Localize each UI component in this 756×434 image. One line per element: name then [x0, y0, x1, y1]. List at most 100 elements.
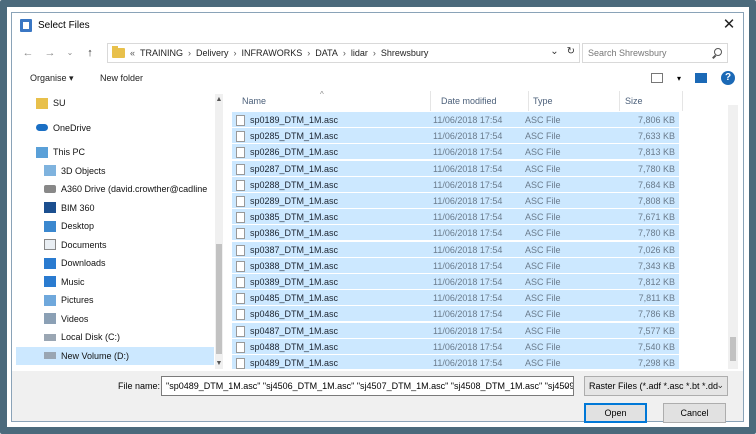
user-folder-icon	[36, 97, 48, 109]
breadcrumb-data[interactable]: DATA	[315, 48, 338, 58]
sort-ascending-icon: ^	[320, 91, 324, 99]
organise-button[interactable]: Organise ▾	[30, 73, 74, 84]
file-list-scroll-thumb[interactable]	[730, 337, 736, 361]
preview-pane-icon[interactable]	[695, 73, 707, 83]
scroll-down-icon[interactable]: ▼	[215, 360, 223, 367]
file-row[interactable]: sp0486_DTM_1M.asc 11/06/2018 17:54 ASC Fil…	[232, 305, 679, 322]
file-size-cell: 7,298 KB	[637, 358, 675, 368]
local-disk-icon	[44, 333, 56, 341]
file-type-cell: ASC File	[525, 163, 561, 174]
sidebar-item-this-pc[interactable]: This PC	[16, 143, 214, 162]
search-icon[interactable]	[714, 48, 722, 56]
onedrive-cloud-icon	[36, 124, 48, 132]
navigation-scroll-thumb[interactable]	[216, 244, 222, 354]
breadcrumb-delivery[interactable]: Delivery	[196, 48, 229, 58]
file-name-dropdown-icon[interactable]: ⌄	[562, 380, 570, 391]
file-row[interactable]: sp0289_DTM_1M.asc 11/06/2018 17:54 ASC Fil…	[232, 192, 679, 208]
select-files-dialog: Select Files ✕ ← → ⌄ ↑ « TRAINING › Deli…	[11, 12, 744, 423]
column-header-size[interactable]: Size	[625, 96, 643, 106]
file-row[interactable]: sp0286_DTM_1M.asc 11/06/2018 17:54 ASC Fil…	[232, 143, 679, 160]
sidebar-item-bim-360[interactable]: BIM 360	[16, 199, 214, 218]
file-row[interactable]: sp0388_DTM_1M.asc 11/06/2018 17:54 ASC Fil…	[232, 256, 679, 273]
column-divider[interactable]	[430, 91, 431, 111]
breadcrumb-separator: ›	[307, 48, 311, 58]
file-size-cell: 7,812 KB	[637, 277, 675, 287]
overflow-chevron[interactable]: «	[130, 48, 135, 58]
up-arrow-icon[interactable]: ↑	[82, 45, 98, 61]
sidebar-item-desktop[interactable]: Desktop	[16, 217, 214, 236]
cancel-button[interactable]: Cancel	[663, 403, 726, 423]
breadcrumb-lidar[interactable]: lidar	[351, 48, 368, 58]
column-header-type[interactable]: Type	[533, 96, 553, 106]
sidebar-item-new-volume-d[interactable]: New Volume (D:)	[16, 346, 214, 365]
breadcrumb-shrewsbury[interactable]: Shrewsbury	[381, 48, 429, 58]
column-header-date[interactable]: Date modified	[441, 96, 497, 106]
recent-locations-chevron-icon[interactable]: ⌄	[62, 45, 78, 61]
file-date-cell: 11/06/2018 17:54	[433, 147, 503, 158]
search-box[interactable]: Search Shrewsbury	[582, 43, 728, 63]
file-row[interactable]: sp0488_DTM_1M.asc 11/06/2018 17:54 ASC Fil…	[232, 337, 679, 354]
file-date-cell: 11/06/2018 17:54	[433, 179, 503, 190]
column-divider[interactable]	[619, 91, 620, 111]
file-row[interactable]: sp0288_DTM_1M.asc 11/06/2018 17:54 ASC Fil…	[232, 175, 679, 192]
sidebar-item-su[interactable]: SU	[16, 94, 214, 113]
column-divider[interactable]	[682, 91, 683, 111]
forward-arrow-icon[interactable]: →	[42, 45, 58, 61]
file-row[interactable]: sp0485_DTM_1M.asc 11/06/2018 17:54 ASC Fil…	[232, 289, 679, 306]
new-folder-button[interactable]: New folder	[100, 73, 143, 83]
sidebar-item-label: 3D Objects	[61, 165, 106, 176]
file-icon	[236, 325, 245, 337]
file-type-filter[interactable]: Raster Files (*.adf *.asc *.bt *.dd ⌄	[584, 376, 728, 396]
file-row[interactable]: sp0287_DTM_1M.asc 11/06/2018 17:54 ASC Fil…	[232, 159, 679, 176]
sidebar-item-music[interactable]: Music	[16, 273, 214, 292]
refresh-icon[interactable]: ↻	[567, 46, 575, 57]
column-divider[interactable]	[528, 91, 529, 111]
file-row[interactable]: sp0387_DTM_1M.asc 11/06/2018 17:54 ASC Fil…	[232, 240, 679, 257]
close-icon[interactable]: ✕	[717, 14, 741, 36]
file-type-dropdown-icon[interactable]: ⌄	[716, 380, 724, 391]
sidebar-item-local-disk-c[interactable]: Local Disk (C:)	[16, 328, 214, 347]
file-name-cell: sp0385_DTM_1M.asc	[250, 212, 339, 223]
file-row[interactable]: sp0487_DTM_1M.asc 11/06/2018 17:54 ASC Fil…	[232, 321, 679, 338]
address-bar[interactable]: « TRAINING › Delivery › INFRAWORKS › DAT…	[107, 43, 580, 63]
breadcrumb-infraworks[interactable]: INFRAWORKS	[242, 48, 303, 58]
file-list-scrollbar[interactable]	[728, 105, 738, 369]
file-row[interactable]: sp0189_DTM_1M.asc 11/06/2018 17:54 ASC Fil…	[232, 111, 679, 127]
help-icon[interactable]: ?	[721, 71, 735, 85]
file-size-cell: 7,671 KB	[637, 212, 675, 223]
sidebar-item-videos[interactable]: Videos	[16, 310, 214, 329]
file-row[interactable]: sp0285_DTM_1M.asc 11/06/2018 17:54 ASC Fil…	[232, 127, 679, 144]
search-input[interactable]: Search Shrewsbury	[588, 48, 667, 58]
file-type-cell: ASC File	[525, 131, 561, 142]
file-row[interactable]: sp0389_DTM_1M.asc 11/06/2018 17:54 ASC Fil…	[232, 273, 679, 289]
file-size-cell: 7,343 KB	[637, 260, 675, 271]
file-row[interactable]: sp0489_DTM_1M.asc 11/06/2018 17:54 ASC Fil…	[232, 354, 679, 369]
file-row[interactable]: sp0386_DTM_1M.asc 11/06/2018 17:54 ASC Fil…	[232, 224, 679, 241]
sidebar-item-pictures[interactable]: Pictures	[16, 291, 214, 310]
dialog-footer: File name: "sp0489_DTM_1M.asc" "sj4506_D…	[12, 371, 743, 423]
file-name-field[interactable]: "sp0489_DTM_1M.asc" "sj4506_DTM_1M.asc" …	[161, 376, 574, 396]
sidebar-item-onedrive[interactable]: OneDrive	[16, 119, 214, 138]
file-icon	[236, 309, 245, 321]
3d-objects-icon	[44, 165, 56, 177]
address-dropdown-icon[interactable]: ⌄	[550, 46, 558, 57]
sidebar-item-documents[interactable]: Documents	[16, 236, 214, 255]
open-button[interactable]: Open	[584, 403, 647, 423]
file-icon	[236, 196, 245, 207]
file-icon	[236, 277, 245, 288]
change-view-icon[interactable]	[650, 73, 663, 83]
file-row[interactable]: sp0385_DTM_1M.asc 11/06/2018 17:54 ASC Fil…	[232, 208, 679, 225]
view-dropdown-icon[interactable]: ▾	[677, 74, 681, 83]
breadcrumb-separator: ›	[342, 48, 346, 58]
file-size-cell: 7,026 KB	[637, 244, 675, 255]
scroll-up-icon[interactable]: ▲	[215, 96, 223, 103]
sidebar-item-downloads[interactable]: Downloads	[16, 254, 214, 273]
sidebar-item-3d-objects[interactable]: 3D Objects	[16, 162, 214, 181]
sidebar-item-a360-drive-david-crowther-cadline[interactable]: A360 Drive (david.crowther@cadline	[16, 180, 214, 199]
breadcrumb-training[interactable]: TRAINING	[140, 48, 183, 58]
file-type-cell: ASC File	[525, 115, 561, 125]
navigation-scrollbar[interactable]: ▲ ▼	[215, 94, 223, 369]
column-header-name[interactable]: Name	[242, 96, 266, 106]
file-name-cell: sp0389_DTM_1M.asc	[250, 277, 339, 287]
back-arrow-icon[interactable]: ←	[20, 45, 36, 61]
